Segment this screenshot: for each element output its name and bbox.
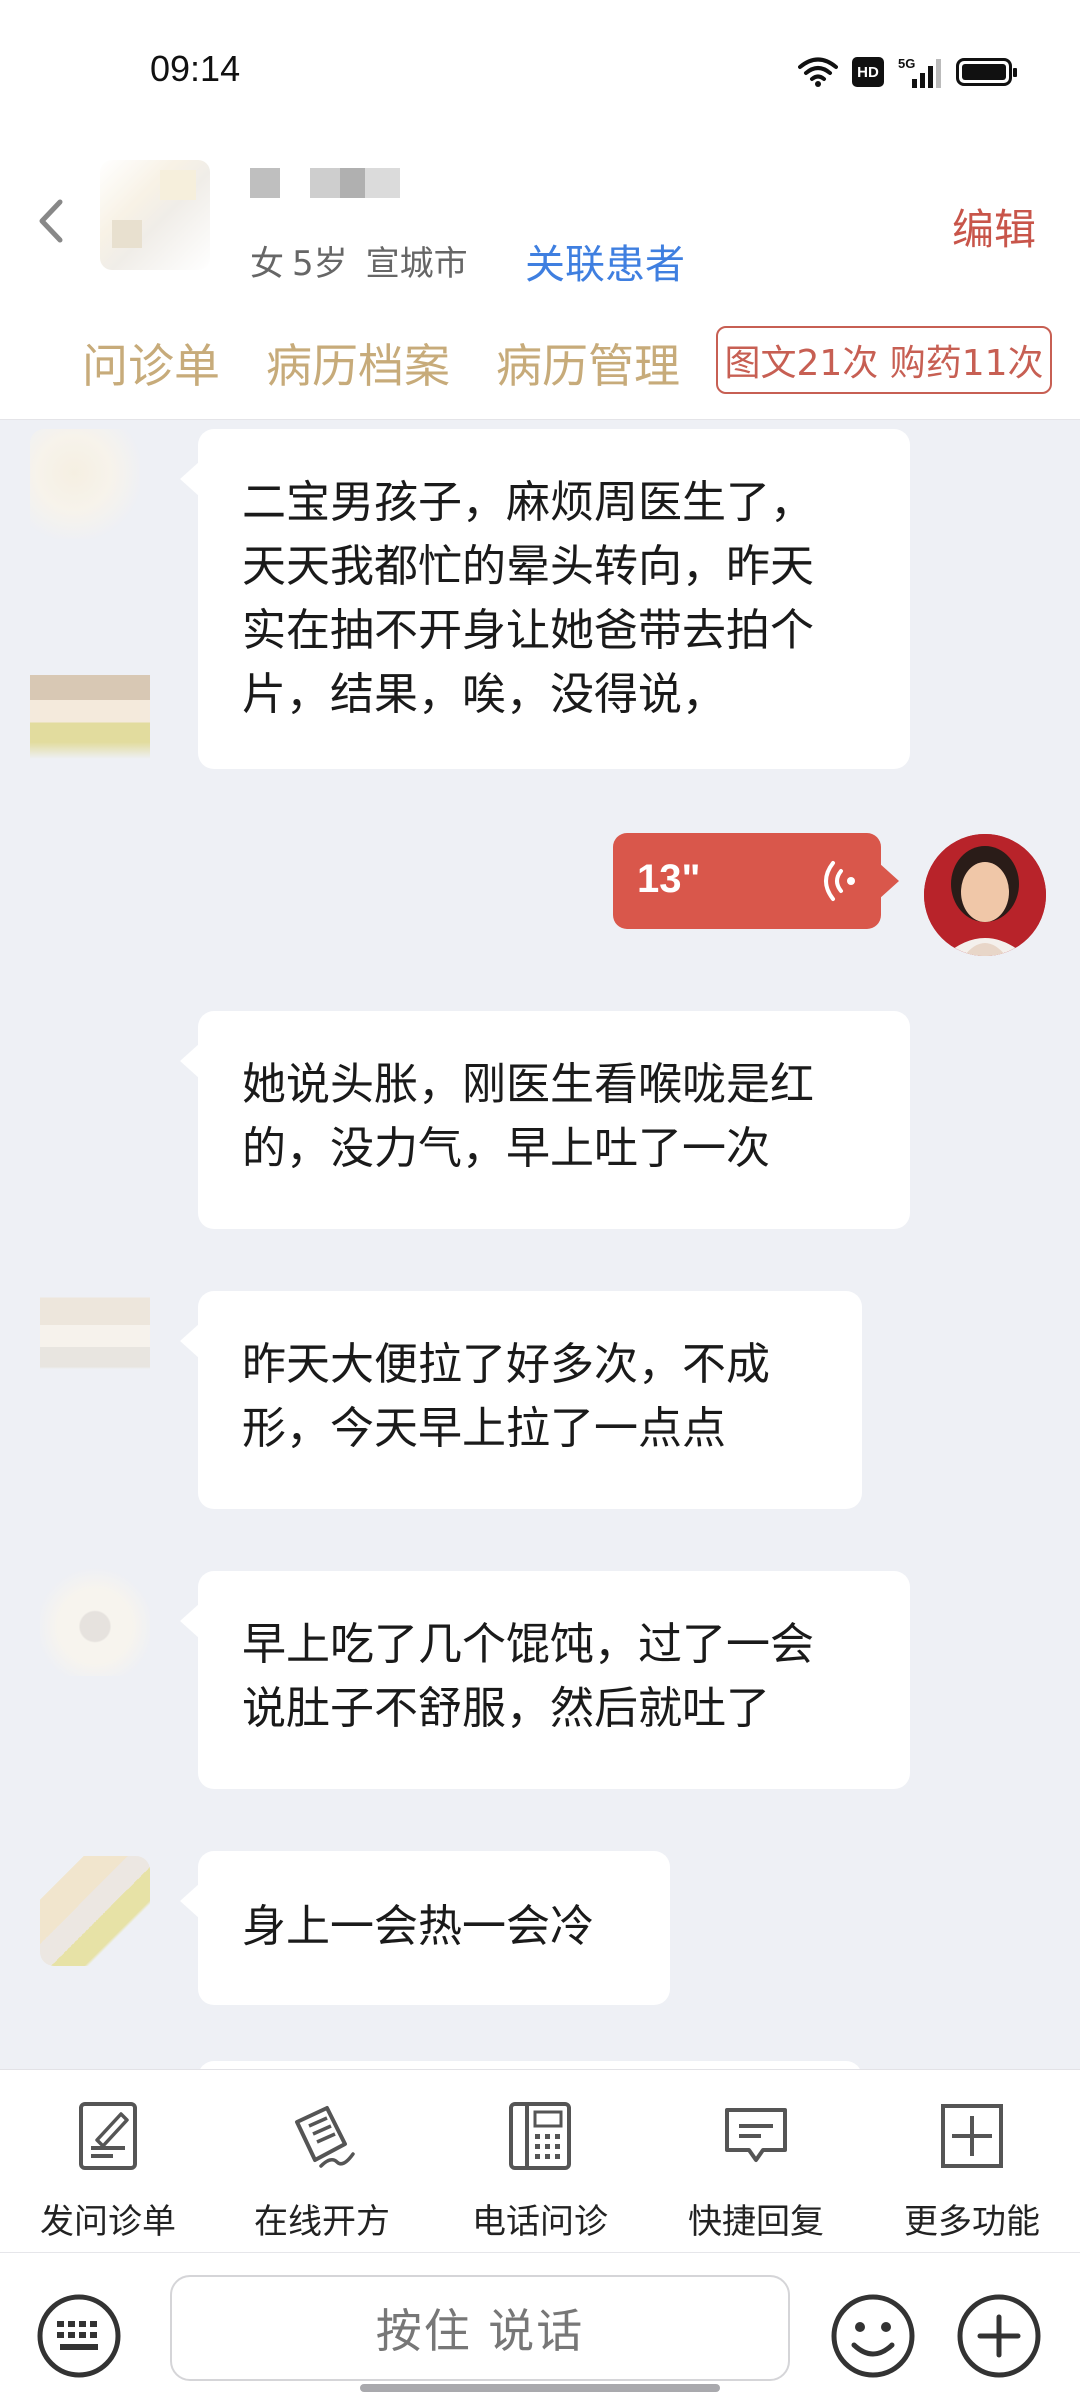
send-form-button[interactable]: 发问诊单 — [8, 2100, 208, 2243]
consult-count-badge[interactable]: 图文21次 购药11次 — [716, 326, 1052, 394]
message-line: 说肚子不舒服，然后就吐了 — [242, 1683, 770, 1734]
message-line: 天天我都忙的晕头转向，昨天 — [242, 541, 814, 592]
voice-wave-icon — [824, 861, 855, 901]
emoji-icon[interactable] — [830, 2293, 916, 2379]
home-indicator[interactable] — [360, 2384, 720, 2392]
chat-bubble[interactable]: 早上吃了几个馄饨，过了一会 说肚子不舒服，然后就吐了 — [180, 1571, 910, 1789]
more-functions-button[interactable]: 更多功能 — [872, 2100, 1072, 2243]
chat-bubble[interactable]: 身上一会热一会冷 — [180, 1851, 670, 2005]
tool-label: 在线开方 — [254, 2202, 390, 2242]
patient-info: 女 5岁 宣城市 — [250, 236, 468, 285]
chat-bubble-partial — [198, 2061, 862, 2069]
message-line: 片，结果，唉，没得说， — [242, 669, 726, 720]
patient-avatar-msg[interactable] — [40, 1856, 150, 1966]
edit-button[interactable]: 编辑 — [952, 196, 1036, 257]
voice-duration: 13" — [637, 857, 701, 901]
chat-area: 二宝男孩子，麻烦周医生了， 天天我都忙的晕头转向，昨天 实在抽不开身让她爸带去拍… — [0, 421, 1080, 2069]
action-toolbar: 发问诊单 在线开方 电话问诊 快捷回复 更多功能 — [0, 2069, 1080, 2252]
phone-consult-button[interactable]: 电话问诊 — [440, 2100, 640, 2243]
patient-age: 5岁 — [292, 244, 348, 284]
form-icon — [79, 2102, 137, 2170]
patient-city: 宣城市 — [365, 244, 468, 284]
status-time: 09:14 — [150, 48, 241, 89]
quick-reply-icon — [725, 2108, 787, 2162]
top-header: 09:14 HD 5G 女 5岁 宣城市 关联患者 编辑 问诊单 病历档案 病历… — [0, 0, 1080, 420]
svg-text:5G: 5G — [898, 56, 915, 71]
prescription-icon — [295, 2106, 355, 2168]
message-line: 昨天大便拉了好多次，不成 — [242, 1339, 770, 1390]
tool-label: 发问诊单 — [40, 2202, 176, 2242]
tab-consult-form[interactable]: 问诊单 — [82, 330, 220, 396]
header-tabs: 问诊单 病历档案 病历管理 — [82, 330, 680, 396]
status-bar: 09:14 HD 5G — [0, 0, 1080, 140]
quick-reply-button[interactable]: 快捷回复 — [656, 2100, 856, 2243]
message-line: 实在抽不开身让她爸带去拍个 — [242, 605, 814, 656]
tool-label: 更多功能 — [904, 2202, 1040, 2242]
plus-icon[interactable] — [956, 2293, 1042, 2379]
wifi-icon — [798, 57, 838, 87]
message-line: 早上吃了几个馄饨，过了一会 — [242, 1619, 814, 1670]
doctor-portrait-icon — [924, 834, 1046, 956]
patient-avatar-msg[interactable] — [40, 1566, 150, 1676]
status-icons: HD 5G — [798, 52, 1017, 92]
patient-gender: 女 — [250, 244, 284, 284]
chat-bubble[interactable]: 她说头胀，刚医生看喉咙是红 的，没力气，早上吐了一次 — [180, 1011, 910, 1229]
patient-name-redacted — [250, 168, 400, 198]
tab-records-management[interactable]: 病历管理 — [496, 330, 680, 396]
doctor-avatar[interactable] — [924, 834, 1046, 956]
signal-icon: 5G — [898, 56, 941, 88]
patient-avatar[interactable] — [100, 160, 210, 270]
more-icon — [941, 2104, 1003, 2168]
hd-icon: HD — [852, 57, 884, 87]
back-arrow-icon[interactable] — [34, 196, 68, 246]
link-patient-button[interactable]: 关联患者 — [525, 232, 685, 290]
chat-bubble[interactable]: 二宝男孩子，麻烦周医生了， 天天我都忙的晕头转向，昨天 实在抽不开身让她爸带去拍… — [180, 429, 910, 769]
message-line: 她说头胀，刚医生看喉咙是红 — [242, 1059, 814, 1110]
message-line: 的，没力气，早上吐了一次 — [242, 1123, 770, 1174]
hold-to-talk-button[interactable]: 按住 说话 — [170, 2275, 790, 2381]
tab-medical-records[interactable]: 病历档案 — [266, 330, 450, 396]
tool-label: 快捷回复 — [688, 2202, 824, 2242]
message-line: 二宝男孩子，麻烦周医生了， — [242, 477, 814, 528]
voice-message[interactable]: 13" — [613, 833, 899, 929]
patient-avatar-msg[interactable] — [30, 429, 140, 539]
phone-icon — [509, 2102, 571, 2170]
patient-avatar-msg[interactable] — [30, 661, 150, 801]
patient-avatar-msg[interactable] — [40, 1281, 150, 1391]
online-prescription-button[interactable]: 在线开方 — [222, 2100, 422, 2243]
message-line: 身上一会热一会冷 — [242, 1901, 594, 1952]
battery-icon — [956, 58, 1017, 86]
input-bar: 按住 说话 — [0, 2252, 1080, 2400]
chat-bubble[interactable]: 昨天大便拉了好多次，不成 形，今天早上拉了一点点 — [180, 1291, 862, 1509]
message-line: 形，今天早上拉了一点点 — [242, 1403, 726, 1454]
tool-label: 电话问诊 — [472, 2202, 608, 2242]
keyboard-icon[interactable] — [36, 2293, 122, 2379]
